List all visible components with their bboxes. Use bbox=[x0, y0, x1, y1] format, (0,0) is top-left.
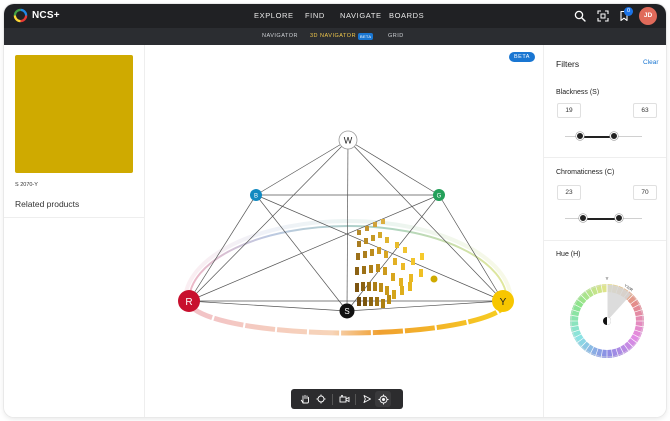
pole-black-label: S bbox=[344, 307, 349, 316]
blackness-max-input[interactable] bbox=[633, 103, 657, 118]
tab-beta-badge: BETA bbox=[358, 33, 374, 40]
filters-title: Filters bbox=[556, 59, 580, 69]
focus-tool-button[interactable] bbox=[375, 391, 391, 407]
hand-icon bbox=[300, 394, 309, 404]
blackness-slider[interactable] bbox=[565, 132, 642, 140]
search-button[interactable] bbox=[573, 9, 587, 23]
chromaticness-max-input[interactable] bbox=[633, 185, 657, 200]
divider bbox=[544, 157, 666, 158]
blackness-min-handle[interactable] bbox=[575, 132, 584, 140]
pole-black[interactable]: S bbox=[339, 303, 355, 319]
chromaticness-max-handle[interactable] bbox=[614, 214, 623, 222]
bookmark-count-badge: 0 bbox=[624, 7, 633, 16]
color-solid-diagram[interactable]: W B G R Y S bbox=[145, 45, 543, 417]
color-code: S 2070-Y bbox=[15, 182, 38, 188]
ncs-logo-icon bbox=[13, 8, 28, 23]
pole-red-label: R bbox=[185, 297, 192, 308]
nav-find[interactable]: FIND bbox=[305, 11, 325, 20]
product-panel: S 2070-Y Related products bbox=[4, 45, 145, 417]
camera-tool-button[interactable] bbox=[336, 391, 352, 407]
nav-boards[interactable]: BOARDS bbox=[389, 11, 424, 20]
pole-white-label: W bbox=[344, 136, 353, 146]
pole-green-label: G bbox=[437, 193, 442, 199]
tab-grid[interactable]: GRID bbox=[388, 33, 404, 39]
pole-yellow[interactable]: Y bbox=[492, 290, 514, 312]
3d-viewer[interactable]: BETA W B G R Y S bbox=[145, 45, 543, 417]
hue-label: Hue (H) bbox=[556, 251, 581, 258]
target-icon bbox=[378, 394, 388, 404]
pole-green[interactable]: G bbox=[433, 189, 445, 201]
pan-tool-button[interactable] bbox=[297, 391, 313, 407]
chromaticness-slider-fill bbox=[582, 217, 619, 220]
divider bbox=[544, 240, 666, 241]
divider bbox=[4, 217, 145, 218]
main-nav: EXPLORE FIND NAVIGATE BOARDS bbox=[4, 4, 666, 28]
top-bar: NCS+ EXPLORE FIND NAVIGATE BOARDS 0 JD bbox=[4, 4, 666, 28]
scan-button[interactable] bbox=[596, 9, 610, 23]
filters-panel: Filters Clear Blackness (S) Chromaticnes… bbox=[543, 45, 666, 417]
pole-blue-label: B bbox=[254, 193, 258, 199]
pole-red[interactable]: R bbox=[178, 290, 200, 312]
pointer-icon bbox=[363, 395, 371, 403]
blackness-min-input[interactable] bbox=[557, 103, 581, 118]
tab-navigator[interactable]: NAVIGATOR bbox=[262, 33, 298, 39]
pole-white[interactable]: W bbox=[338, 130, 358, 150]
pole-yellow-label: Y bbox=[500, 297, 507, 308]
hue-top-label: Y bbox=[605, 276, 608, 281]
color-swatch bbox=[15, 55, 133, 173]
chromaticness-min-input[interactable] bbox=[557, 185, 581, 200]
chromaticness-label: Chromaticness (C) bbox=[556, 169, 615, 176]
clear-filters-button[interactable]: Clear bbox=[643, 59, 659, 66]
chromaticness-min-handle[interactable] bbox=[578, 214, 587, 222]
toolbar-divider bbox=[355, 393, 356, 405]
move-tool-button[interactable] bbox=[313, 391, 329, 407]
pole-blue[interactable]: B bbox=[250, 189, 262, 201]
hue-ring-back bbox=[188, 225, 508, 302]
blackness-max-handle[interactable] bbox=[609, 132, 618, 140]
nav-navigate[interactable]: NAVIGATE bbox=[340, 11, 382, 20]
chromaticness-slider[interactable] bbox=[565, 214, 642, 222]
logo[interactable]: NCS+ bbox=[13, 8, 60, 23]
sub-nav: NAVIGATOR 3D NAVIGATOR BETA GRID bbox=[4, 28, 666, 45]
tab-3d-navigator[interactable]: 3D NAVIGATOR bbox=[310, 33, 356, 39]
camera-icon bbox=[339, 394, 349, 403]
nav-explore[interactable]: EXPLORE bbox=[254, 11, 294, 20]
avatar[interactable]: JD bbox=[639, 7, 657, 25]
select-tool-button[interactable] bbox=[359, 391, 375, 407]
related-products-heading: Related products bbox=[15, 199, 80, 209]
hue-wheel[interactable]: Y Y10R bbox=[562, 273, 652, 365]
app-name: NCS+ bbox=[32, 10, 60, 21]
blackness-slider-fill bbox=[579, 135, 614, 138]
blackness-label: Blackness (S) bbox=[556, 89, 600, 96]
toolbar-divider bbox=[332, 393, 333, 405]
scan-icon bbox=[597, 10, 609, 22]
search-icon bbox=[574, 10, 586, 22]
viewer-toolbar bbox=[291, 389, 403, 409]
move-icon bbox=[316, 394, 326, 404]
app-window: NCS+ EXPLORE FIND NAVIGATE BOARDS 0 JD N… bbox=[4, 4, 666, 417]
